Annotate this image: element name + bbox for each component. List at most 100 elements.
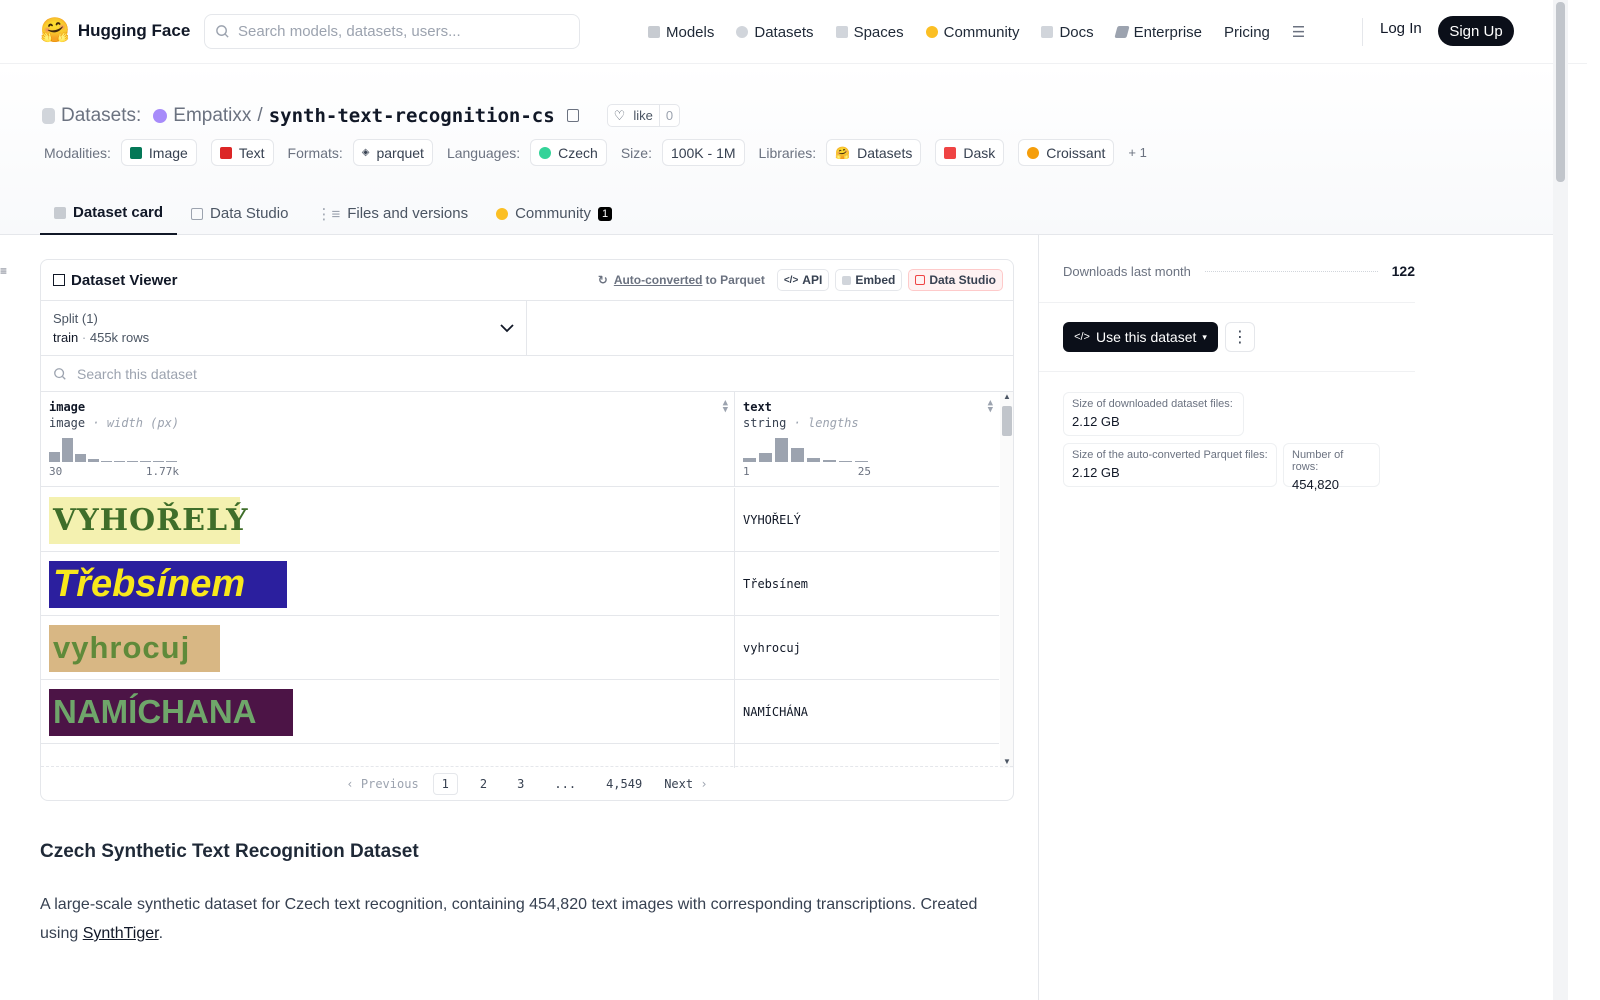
login-link[interactable]: Log In <box>1380 20 1422 37</box>
signup-button[interactable]: Sign Up <box>1438 16 1514 46</box>
table-row[interactable]: vyhrocuj vyhrocuj <box>41 616 999 680</box>
sort-icon[interactable]: ▲ ▼ <box>988 399 993 415</box>
global-search-input[interactable]: Search models, datasets, users... <box>204 14 580 49</box>
column-header-image[interactable]: image image · width (px) 30 1.77k ▲ ▼ <box>41 392 735 487</box>
owner-avatar <box>153 108 168 123</box>
tab-community[interactable]: Community 1 <box>482 192 626 235</box>
tab-dataset-card[interactable]: Dataset card <box>40 192 178 235</box>
page-3[interactable]: 3 <box>509 774 532 794</box>
nav-community[interactable]: Community <box>925 24 1019 41</box>
repo-kind[interactable]: Datasets: <box>61 105 141 127</box>
dataset-search-input[interactable]: Search this dataset <box>41 356 1013 392</box>
tag-datasets-lib[interactable]: 🤗 Datasets <box>826 139 922 166</box>
prev-page-button[interactable]: ‹ Previous <box>346 777 418 791</box>
table-icon <box>915 275 926 285</box>
para-text: . <box>158 925 164 942</box>
pagination: ‹ Previous 1 2 3 ... 4,549 Next › <box>41 766 1013 800</box>
page-1[interactable]: 1 <box>432 772 458 795</box>
text-image: vyhrocuj <box>49 624 220 672</box>
to-parquet-text: to Parquet <box>705 273 765 287</box>
nav-pricing[interactable]: Pricing <box>1224 24 1270 41</box>
table-row[interactable] <box>41 744 999 768</box>
text-cell <box>735 744 999 768</box>
dataset-viewer: Dataset Viewer ↻ Auto-converted to Parqu… <box>40 259 1014 801</box>
copy-icon[interactable] <box>566 109 579 122</box>
refresh-icon: ↻ <box>597 273 608 287</box>
size-label: Size: <box>620 144 652 161</box>
parquet-size-box: Size of the auto-converted Parquet files… <box>1063 443 1277 487</box>
text-icon <box>219 146 232 159</box>
tag-image[interactable]: Image <box>120 139 197 166</box>
scroll-thumb[interactable] <box>1002 406 1012 436</box>
parquet-icon: ◈ <box>361 147 370 158</box>
tag-czech[interactable]: Czech <box>530 139 607 166</box>
use-dataset-button[interactable]: </> Use this dataset ▾ <box>1063 322 1218 352</box>
tag-size[interactable]: 100K - 1M <box>661 139 745 166</box>
auto-converted-link[interactable]: Auto-converted <box>614 273 703 287</box>
embed-button[interactable]: Embed <box>835 269 903 291</box>
datasets-icon <box>736 26 749 38</box>
nav-enterprise[interactable]: Enterprise <box>1114 23 1203 41</box>
dataset-card-icon <box>54 206 66 219</box>
nav-label: Enterprise <box>1133 23 1203 41</box>
scroll-down-icon[interactable]: ▼ <box>1003 757 1011 766</box>
page-scroll-thumb[interactable] <box>1556 2 1565 182</box>
owner-link[interactable]: Empatixx <box>173 105 251 127</box>
like-button[interactable]: ♡ like 0 <box>606 104 681 127</box>
next-label: Next <box>664 776 694 791</box>
nav-datasets[interactable]: Datasets <box>736 24 814 41</box>
column-stat: width (px) <box>106 416 180 430</box>
docs-icon <box>1041 26 1054 38</box>
enterprise-icon <box>1114 26 1130 38</box>
modalities-label: Modalities: <box>44 144 111 161</box>
tab-label: Files and versions <box>347 205 469 222</box>
viewer-title: Dataset Viewer <box>71 271 178 289</box>
table-row[interactable]: VYHOŘELÝ VYHOŘELÝ <box>41 488 999 552</box>
table-icon <box>191 207 204 220</box>
tab-data-studio[interactable]: Data Studio <box>177 192 302 235</box>
split-dropdown[interactable]: Split (1) train · 455k rows <box>41 301 527 355</box>
nav-menu-button[interactable]: ☰ <box>1292 23 1305 41</box>
sort-icon[interactable]: ▲ ▼ <box>723 399 728 415</box>
page-2[interactable]: 2 <box>472 774 495 794</box>
tab-files[interactable]: ⋮≡ Files and versions <box>302 192 482 235</box>
spaces-icon <box>835 26 848 38</box>
tag-croissant[interactable]: Croissant <box>1018 139 1115 166</box>
tag-text[interactable]: Text <box>210 139 274 166</box>
split-name: train <box>53 330 79 345</box>
community-icon <box>925 26 938 38</box>
next-page-button[interactable]: Next › <box>664 777 707 791</box>
table-row[interactable]: Třebsínem Třebsínem <box>41 552 999 616</box>
sidebar-toggle-icon[interactable]: ≡ <box>0 264 7 278</box>
more-options-button[interactable]: ⋮ <box>1225 322 1255 352</box>
split-selector: Split (1) train · 455k rows <box>41 301 1013 356</box>
nav-docs[interactable]: Docs <box>1041 24 1094 41</box>
nav-spaces[interactable]: Spaces <box>835 24 904 41</box>
more-libraries[interactable]: + 1 <box>1128 145 1146 160</box>
column-header-text[interactable]: text string · lengths 1 25 ▲ ▼ <box>735 392 999 487</box>
table-icon <box>53 274 65 286</box>
synthtiger-link[interactable]: SynthTiger <box>83 925 159 942</box>
repo-name[interactable]: synth-text-recognition-cs <box>269 105 555 127</box>
data-studio-button[interactable]: Data Studio <box>908 269 1003 291</box>
brand-logo[interactable]: 🤗 Hugging Face <box>40 16 190 45</box>
scroll-up-icon[interactable]: ▲ <box>1003 392 1011 401</box>
code-icon: </> <box>783 274 799 286</box>
api-button[interactable]: </> API <box>776 269 830 291</box>
page-last[interactable]: 4,549 <box>598 774 650 794</box>
data-table: image image · width (px) 30 1.77k ▲ ▼ text… <box>41 392 1013 768</box>
hugging-face-logo-icon: 🤗 <box>40 17 70 44</box>
metadata-tags: Modalities: Image Text Formats: ◈ parquet… <box>44 139 1151 166</box>
text-cell: Třebsínem <box>743 577 809 591</box>
viewer-header: Dataset Viewer ↻ Auto-converted to Parqu… <box>41 260 1013 301</box>
hist-max: 1.77k <box>145 465 179 478</box>
tag-parquet[interactable]: ◈ parquet <box>352 139 433 166</box>
search-placeholder: Search this dataset <box>77 365 197 382</box>
text-image: NAMÍCHANA <box>49 688 293 736</box>
table-scrollbar[interactable]: ▲ ▼ <box>1000 392 1013 768</box>
table-row[interactable]: NAMÍCHANA NAMÍCHÁNA <box>41 680 999 744</box>
nav-models[interactable]: Models <box>648 24 714 41</box>
column-type: string <box>743 416 787 430</box>
tag-label: Croissant <box>1046 144 1106 161</box>
tag-dask[interactable]: Dask <box>935 139 1005 166</box>
